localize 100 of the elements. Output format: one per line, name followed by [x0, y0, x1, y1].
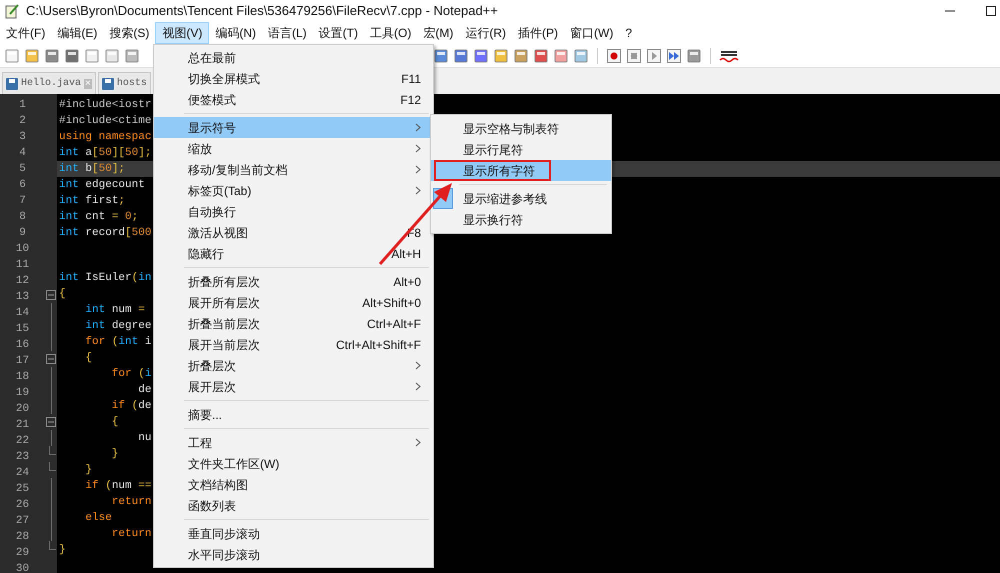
code-line: int edgecount — [59, 178, 145, 193]
tab-label: Hello.java — [21, 76, 82, 91]
code-line: de — [137, 383, 152, 398]
fast-forward-icon[interactable] — [666, 48, 682, 64]
menu-bar-item[interactable]: ? — [619, 22, 638, 44]
code-line: return — [110, 495, 152, 510]
play-icon[interactable] — [646, 48, 662, 64]
menu-item[interactable]: 移动/复制当前文档 — [154, 159, 433, 180]
notepad-icon — [4, 3, 20, 19]
menu-item[interactable]: 显示符号 — [154, 117, 433, 138]
tab-label: hosts — [116, 76, 147, 91]
code-line: int cnt = 0; — [59, 210, 138, 225]
code-line: else — [84, 511, 112, 526]
menu-item[interactable]: 折叠当前层次 Ctrl+Alt+F — [154, 313, 433, 334]
menu-bar-item[interactable]: 窗口(W) — [564, 22, 620, 44]
code-line: int IsEuler(in — [59, 271, 152, 286]
line-number: 26 — [16, 498, 30, 513]
code-line: } — [110, 447, 118, 462]
code-line: int first; — [59, 194, 126, 209]
menu-item[interactable]: 切换全屏模式 F11 — [154, 68, 433, 89]
record-icon[interactable] — [606, 48, 622, 64]
line-number: 17 — [16, 354, 30, 369]
menu-item[interactable]: 缩放 — [154, 138, 433, 159]
line-number: 28 — [16, 530, 30, 545]
code-line: return — [110, 527, 152, 542]
menu-item[interactable]: 展开层次 — [154, 376, 433, 397]
menu-item[interactable]: 显示空格与制表符 — [431, 118, 611, 139]
code-line: } — [59, 543, 66, 558]
menu-item[interactable]: 总在最前 — [154, 47, 433, 68]
line-number: 19 — [16, 386, 30, 401]
menu-item[interactable]: 自动换行 — [154, 201, 433, 222]
line-number: 14 — [16, 306, 30, 321]
menu-bar-item[interactable]: 语言(L) — [262, 22, 313, 44]
line-number: 18 — [16, 370, 30, 385]
menu-bar-item[interactable]: 运行(R) — [459, 22, 512, 44]
menu-bar-item[interactable]: 工具(O) — [364, 22, 418, 44]
line-number: 22 — [16, 434, 30, 449]
code-line: int b[50]; — [59, 162, 126, 177]
line-number: 11 — [16, 258, 30, 273]
file-tab[interactable]: Hello.java × — [2, 72, 96, 94]
menu-item[interactable]: 折叠所有层次 Alt+0 — [154, 271, 433, 292]
menu-bar-item[interactable]: 编码(N) — [209, 22, 262, 44]
line-number: 2 — [19, 114, 26, 129]
stop-icon[interactable] — [626, 48, 642, 64]
menu-bar-item[interactable]: 设置(T) — [312, 22, 364, 44]
line-number: 21 — [16, 418, 30, 433]
menu-bar-item[interactable]: 宏(M) — [417, 22, 460, 44]
menu-item[interactable]: 隐藏行 Alt+H — [154, 243, 433, 264]
menu-item[interactable]: 便签模式 F12 — [154, 89, 433, 110]
menu-item[interactable]: 展开所有层次 Alt+Shift+0 — [154, 292, 433, 313]
menu-item[interactable]: 摘要... — [154, 404, 433, 425]
maximize-icon[interactable] — [986, 6, 996, 16]
line-number: 27 — [16, 514, 30, 529]
code-line: int record[500 — [59, 226, 152, 241]
menu-item[interactable]: 文件夹工作区(W) — [154, 453, 433, 474]
fold-toggle-icon[interactable] — [46, 417, 56, 428]
menu-item[interactable]: 垂直同步滚动 — [154, 523, 433, 544]
code-line: #include<ctime — [59, 114, 152, 129]
fold-toggle-icon[interactable] — [46, 354, 56, 364]
line-number: 30 — [16, 562, 30, 573]
code-line: nu — [137, 431, 152, 446]
code-line: for (i — [110, 367, 152, 382]
window-title: C:\Users\Byron\Documents\Tencent Files\536479256\FileRecv\7.cpp - Notepad++ — [26, 2, 498, 20]
menu-item[interactable]: 折叠层次 — [154, 355, 433, 376]
menu-item[interactable]: 显示换行符 — [431, 209, 611, 230]
menu-item[interactable]: 展开当前层次 Ctrl+Alt+Shift+F — [154, 334, 433, 355]
code-line: { — [59, 287, 66, 302]
line-number: 4 — [19, 146, 26, 161]
line-number: 13 — [16, 290, 30, 305]
menu-bar-item[interactable]: 插件(P) — [512, 22, 564, 44]
code-line: for (int i — [84, 335, 152, 350]
line-number: 16 — [16, 338, 30, 353]
menu-bar-item[interactable]: 视图(V) — [155, 22, 210, 44]
code-line: { — [84, 351, 92, 366]
menu-item[interactable]: 函数列表 — [154, 495, 433, 516]
chevron-right-icon — [415, 438, 421, 447]
menu-item[interactable]: 工程 — [154, 432, 433, 453]
code-line: { — [110, 415, 118, 430]
menu-item[interactable]: 显示所有字符 — [431, 160, 611, 181]
menu-bar-item[interactable]: 文件(F) — [0, 22, 52, 44]
code-line: using namespac — [59, 130, 152, 145]
chevron-right-icon — [415, 361, 421, 370]
file-tab[interactable]: hosts — [98, 72, 151, 94]
line-number: 20 — [16, 402, 30, 417]
code-line: int degree — [84, 319, 152, 334]
line-number: 1 — [19, 98, 26, 113]
menu-bar-item[interactable]: 搜索(S) — [103, 22, 156, 44]
line-number: 25 — [16, 482, 30, 497]
line-number: 9 — [19, 226, 26, 241]
line-number: 7 — [19, 194, 26, 209]
line-number: 29 — [16, 546, 30, 561]
fold-toggle-icon[interactable] — [46, 290, 56, 300]
menu-item[interactable]: 显示行尾符 — [431, 139, 611, 160]
code-line: if (num == — [84, 479, 152, 494]
code-line: if (de — [110, 399, 152, 414]
menu-bar-item[interactable]: 编辑(E) — [51, 22, 104, 44]
chevron-right-icon — [415, 123, 421, 132]
menu-item[interactable]: 水平同步滚动 — [154, 544, 433, 565]
menu-item[interactable]: 标签页(Tab) — [154, 180, 433, 201]
menu-item[interactable]: 文档结构图 — [154, 474, 433, 495]
